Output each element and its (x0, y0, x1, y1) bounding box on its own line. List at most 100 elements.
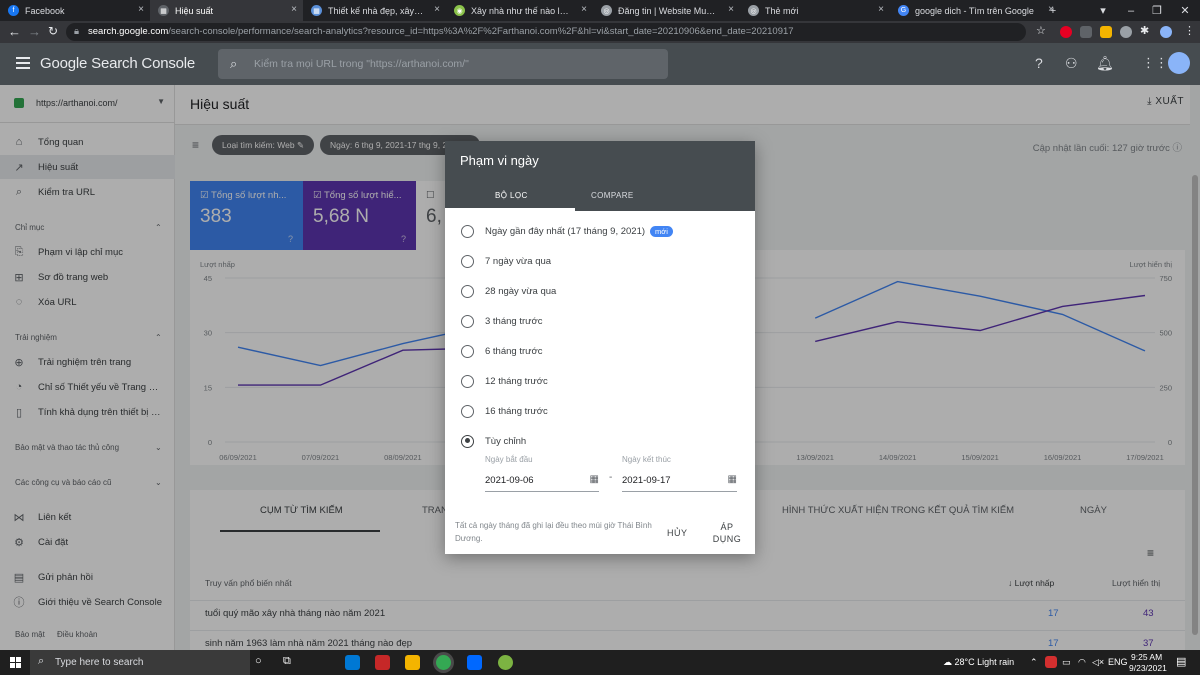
date-range-option[interactable]: 7 ngày vừa qua (461, 252, 551, 270)
close-tab-icon[interactable]: × (878, 4, 884, 15)
start-date-value: 2021-09-06 (485, 475, 534, 486)
radio-button[interactable] (461, 224, 474, 238)
date-range-option[interactable]: 6 tháng trước (461, 342, 542, 360)
browser-tab[interactable]: ◎ Thẻ mới × (740, 0, 890, 21)
browser-menu-icon[interactable]: ⋮ (1184, 24, 1195, 37)
bookmark-star-icon[interactable]: ☆ (1036, 24, 1046, 37)
browser-tab[interactable]: ▦ Thiết kế nhà đẹp, xây nhà trọn gói × (303, 0, 446, 21)
extension-icon[interactable] (1120, 26, 1132, 38)
tab-filter[interactable]: BỘ LỌC (495, 191, 528, 200)
pinterest-extension-icon[interactable] (1060, 26, 1072, 38)
antivirus-tray-icon[interactable] (1045, 656, 1057, 668)
option-label: 6 tháng trước (485, 345, 543, 357)
clock-time[interactable]: 9:25 AM (1131, 652, 1162, 662)
reload-icon[interactable]: ↻ (48, 24, 58, 38)
radio-button[interactable] (461, 254, 474, 268)
new-badge: mới (650, 225, 673, 237)
date-range-option[interactable]: 12 tháng trước (461, 372, 548, 390)
help-icon[interactable]: ? (1035, 55, 1043, 71)
radio-button[interactable] (461, 344, 474, 358)
minimize-icon[interactable]: – (1118, 0, 1144, 21)
close-tab-icon[interactable]: × (291, 4, 297, 15)
language-indicator[interactable]: ENG (1108, 657, 1128, 667)
dialog-title: Phạm vi ngày (460, 153, 539, 168)
zalo-app-icon[interactable] (467, 655, 482, 670)
manage-users-icon[interactable]: ⚇ (1065, 55, 1078, 72)
app-icon[interactable] (375, 655, 390, 670)
search-icon: ⌕ (230, 56, 238, 71)
start-date-field[interactable]: 2021-09-06 ▦ (485, 474, 599, 492)
start-date-label: Ngày bắt đầu (485, 455, 533, 464)
apps-grid-icon[interactable]: ⋮⋮ (1142, 55, 1168, 71)
close-window-icon[interactable]: ✕ (1172, 0, 1198, 21)
cloud-icon: ☁ (943, 657, 952, 667)
browser-tab[interactable]: ◎ Đăng tin | Website Mua bán đồ cũ × (593, 0, 740, 21)
close-tab-icon[interactable]: × (728, 4, 734, 15)
tray-chevron-icon[interactable]: ⌃ (1030, 657, 1038, 668)
tab-title: Hiệu suất (175, 5, 214, 16)
date-range-option[interactable]: 16 tháng trước (461, 402, 548, 420)
app-icon[interactable] (498, 655, 513, 670)
radio-button[interactable] (461, 314, 474, 328)
radio-button[interactable] (461, 434, 474, 448)
tab-title: Facebook (25, 5, 65, 16)
clock-date[interactable]: 9/23/2021 (1129, 663, 1167, 673)
browser-tab[interactable]: Ggoogle dich - Tìm trên Google × (890, 0, 1060, 21)
profile-avatar[interactable] (1160, 26, 1172, 38)
tab-compare[interactable]: COMPARE (591, 191, 634, 200)
url-inspect-search[interactable]: ⌕ Kiểm tra mọi URL trong "https://arthan… (218, 49, 668, 79)
new-tab-button[interactable]: + (1040, 0, 1066, 21)
windows-taskbar: ⌕ Type here to search ○ ⧉ ☁ 28°C Light r… (0, 650, 1200, 675)
browser-tab[interactable]: ▦ Hiệu suất × (150, 0, 303, 21)
account-avatar[interactable] (1168, 52, 1190, 74)
option-label: 16 tháng trước (485, 405, 548, 417)
taskbar-search[interactable]: ⌕ Type here to search (30, 650, 250, 675)
extension-icon[interactable] (1080, 26, 1092, 38)
radio-button[interactable] (461, 284, 474, 298)
calendar-icon[interactable]: ▦ (590, 474, 599, 485)
volume-icon[interactable]: ◁× (1092, 657, 1104, 668)
radio-button[interactable] (461, 404, 474, 418)
close-tab-icon[interactable]: × (581, 4, 587, 15)
tab-title: Thiết kế nhà đẹp, xây nhà trọn gói (328, 5, 424, 16)
tab-search-icon[interactable]: ▾ (1090, 0, 1116, 21)
weather-text[interactable]: ☁ 28°C Light rain (943, 657, 1014, 668)
apply-button[interactable]: ÁP DỤNG (707, 521, 747, 545)
date-range-option[interactable]: Tùy chỉnh (461, 432, 526, 450)
cancel-button[interactable]: HỦY (667, 527, 688, 539)
lock-icon: 🔒︎ (74, 26, 80, 37)
cortana-icon[interactable]: ○ (255, 655, 262, 667)
date-range-option[interactable]: 3 tháng trước (461, 312, 542, 330)
task-view-icon[interactable]: ⧉ (283, 655, 291, 668)
windows-start-icon[interactable] (10, 657, 21, 668)
file-explorer-icon[interactable] (405, 655, 420, 670)
taskbar-search-placeholder: Type here to search (55, 657, 144, 668)
browser-tab[interactable]: ◉ Xây nhà như thế nào là hợp phong thủy × (446, 0, 593, 21)
notification-center-icon[interactable]: ▤ (1176, 655, 1186, 668)
network-icon[interactable]: ◠ (1078, 657, 1086, 668)
browser-tab[interactable]: f Facebook × (0, 0, 150, 21)
date-range-option[interactable]: Ngày gần đây nhất (17 tháng 9, 2021) mới (461, 222, 673, 240)
url-path: /search-console/performance/search-analy… (168, 26, 794, 37)
end-date-field[interactable]: 2021-09-17 ▦ (622, 474, 737, 492)
battery-icon[interactable]: ▭ (1062, 657, 1071, 668)
back-icon[interactable]: ← (8, 24, 21, 39)
tab-title: Đăng tin | Website Mua bán đồ cũ (618, 5, 718, 16)
app-brand: Google Search Console (40, 55, 196, 72)
forward-icon[interactable]: → (28, 24, 41, 39)
extensions-puzzle-icon[interactable]: ✱ (1140, 24, 1149, 37)
chrome-app-icon[interactable] (436, 655, 451, 670)
close-tab-icon[interactable]: × (138, 4, 144, 15)
close-tab-icon[interactable]: × (434, 4, 440, 15)
date-range-dialog: Phạm vi ngày BỘ LỌC COMPARE Ngày gần đây… (445, 141, 755, 554)
weather-label: 28°C Light rain (954, 657, 1015, 667)
url-field[interactable]: 🔒︎ search.google.com/search-console/perf… (66, 23, 1026, 41)
date-range-option[interactable]: 28 ngày vừa qua (461, 282, 556, 300)
hamburger-menu-icon[interactable] (16, 57, 30, 69)
radio-button[interactable] (461, 374, 474, 388)
restore-icon[interactable]: ❐ (1144, 0, 1170, 21)
extension-icon[interactable] (1100, 26, 1112, 38)
mail-app-icon[interactable] (345, 655, 360, 670)
calendar-icon[interactable]: ▦ (728, 474, 737, 485)
notifications-bell-icon[interactable]: 🔔︎ (1096, 55, 1114, 72)
